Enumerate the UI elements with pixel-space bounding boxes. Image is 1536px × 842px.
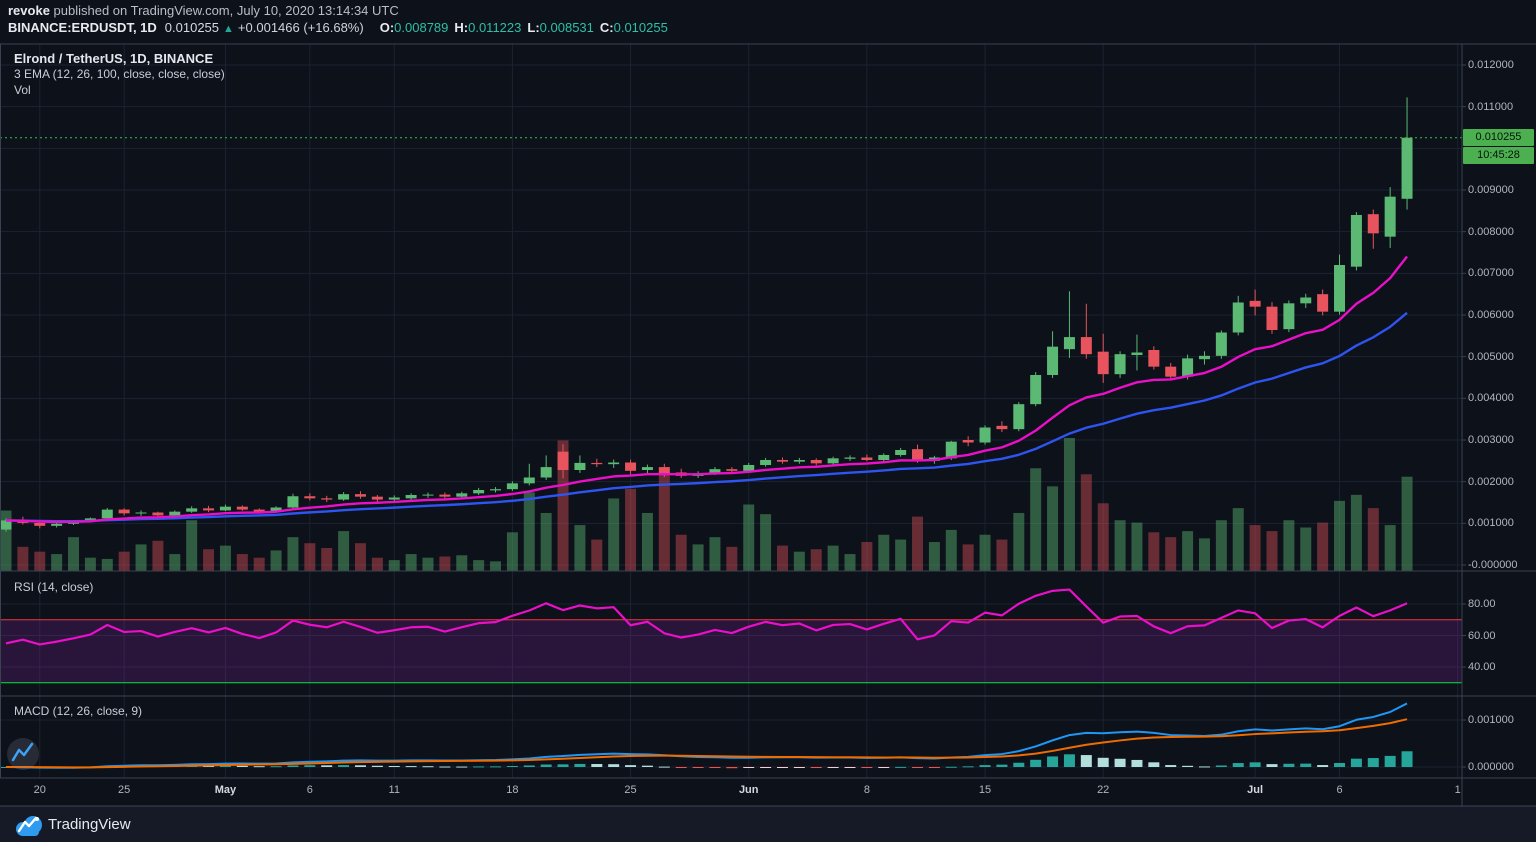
time-tick-label: Jul — [1247, 784, 1264, 796]
price-tick-label: 0.006000 — [1468, 309, 1514, 321]
time-tick-label: 6 — [1336, 784, 1343, 796]
time-tick-label: 18 — [506, 784, 519, 796]
macd-tick-label: 0.000000 — [1468, 761, 1514, 773]
time-tick-label: 8 — [863, 784, 870, 796]
time-tick-label: 22 — [1097, 784, 1110, 796]
volume-layer — [0, 438, 1413, 571]
ema-legend: 3 EMA (12, 26, 100, close, close, close) — [14, 67, 225, 81]
price-badge: 0.010255 — [1463, 129, 1534, 146]
tradingview-watermark-icon — [7, 738, 39, 770]
price-tick-label: 0.012000 — [1468, 59, 1514, 71]
price-tick-label: 0.008000 — [1468, 225, 1514, 238]
price-tick-label: 0.009000 — [1468, 184, 1514, 196]
time-tick-label: May — [214, 784, 237, 796]
chart-canvas[interactable] — [0, 0, 1536, 842]
price-tick-label: 0.007000 — [1468, 267, 1514, 280]
countdown-badge: 10:45:28 — [1463, 147, 1534, 164]
rsi-tick-label: 40.00 — [1468, 661, 1496, 673]
tradingview-published-chart: revoke published on TradingView.com, Jul… — [0, 0, 1536, 842]
macd-signal-line — [5, 718, 1408, 769]
time-tick-label: 11 — [388, 784, 400, 796]
rsi-legend: RSI (14, close) — [14, 580, 94, 594]
volume-legend: Vol — [14, 83, 31, 97]
pane-separators — [0, 43, 1536, 807]
macd-legend: MACD (12, 26, close, 9) — [14, 704, 143, 718]
macd-line — [5, 702, 1408, 769]
macd-tick-label: 0.001000 — [1468, 714, 1514, 726]
time-tick-label: 6 — [306, 784, 313, 796]
price-tick-label: 0.004000 — [1468, 392, 1514, 405]
time-tick-label: 25 — [118, 784, 131, 796]
footer-bar: TradingView — [0, 806, 1536, 842]
rsi-tick-label: 80.00 — [1468, 598, 1496, 610]
price-tick-label: 0.001000 — [1468, 517, 1514, 530]
price-tick-label: 0.003000 — [1468, 434, 1514, 446]
time-tick-label: 15 — [978, 784, 992, 796]
tradingview-brand[interactable]: TradingView — [48, 816, 131, 833]
rsi-tick-label: 60.00 — [1468, 629, 1496, 642]
time-tick-label: 20 — [33, 784, 46, 796]
price-tick-label: 0.002000 — [1468, 475, 1514, 488]
time-tick-label: 25 — [624, 784, 637, 796]
time-tick-label: Jun — [738, 784, 759, 796]
tradingview-logo-icon[interactable] — [12, 812, 44, 838]
price-tick-label: -0.000000 — [1468, 559, 1518, 571]
ema-slow-line — [5, 311, 1408, 523]
price-tick-label: 0.005000 — [1468, 350, 1514, 363]
time-tick-label: 1 — [1454, 784, 1461, 796]
chart-legend-title: Elrond / TetherUS, 1D, BINANCE — [14, 51, 214, 66]
price-tick-label: 0.011000 — [1468, 100, 1514, 113]
